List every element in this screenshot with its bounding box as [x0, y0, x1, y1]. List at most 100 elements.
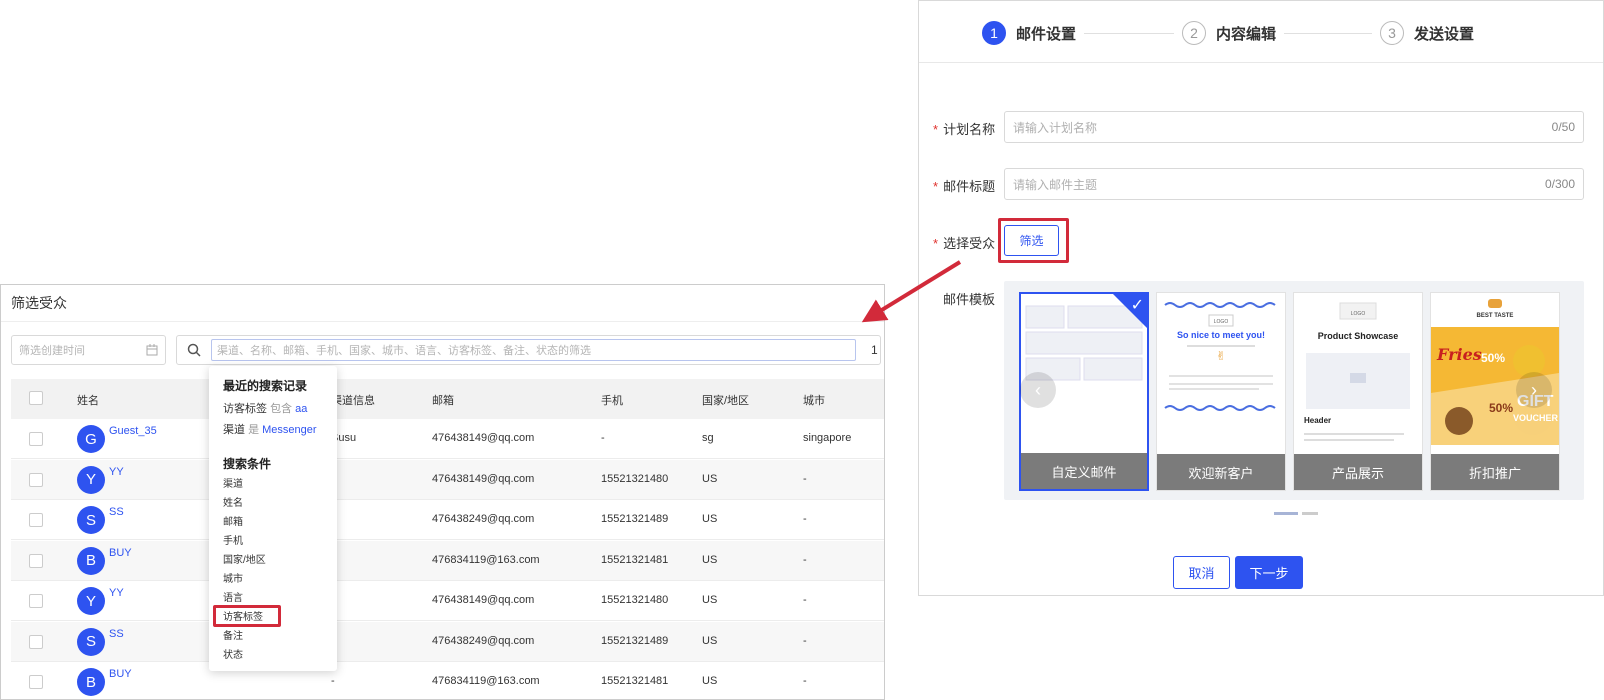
- contact-name-link[interactable]: BUY: [109, 668, 132, 680]
- step-send-settings[interactable]: 3 发送设置: [1380, 21, 1474, 45]
- table-row[interactable]: BBUY-476834119@163.com15521321481US-: [11, 540, 884, 581]
- carousel-prev-button[interactable]: ‹: [1020, 372, 1056, 408]
- contact-name-link[interactable]: SS: [109, 506, 124, 518]
- subject-row: * 邮件标题: [933, 176, 995, 195]
- table-row[interactable]: YYY-476438149@qq.com15521321480US-: [11, 581, 884, 621]
- phone-cell: 15521321489: [601, 634, 669, 647]
- carousel-dot[interactable]: [1302, 512, 1318, 515]
- phone-cell: -: [601, 432, 605, 444]
- avatar: S: [77, 506, 105, 534]
- table-row[interactable]: BBUY-476834119@163.com15521321481US-: [11, 662, 884, 699]
- row-checkbox[interactable]: [29, 432, 43, 446]
- recent-search-item[interactable]: 渠道 是 Messenger: [223, 421, 317, 437]
- chevron-right-icon: ›: [1531, 379, 1537, 400]
- table-row[interactable]: G Guest_35 Susu 476438149@qq.com - sg singapor…: [11, 419, 884, 459]
- column-header-phone: 手机: [601, 395, 623, 407]
- city-cell: -: [803, 513, 807, 525]
- avatar: Y: [77, 465, 105, 494]
- template-card-product[interactable]: LOGO Product Showcase Header 产品展示: [1293, 292, 1423, 491]
- select-all-checkbox[interactable]: [29, 391, 43, 405]
- welcome-heading: So nice to meet you!: [1176, 330, 1265, 340]
- contact-name-link[interactable]: YY: [109, 466, 124, 478]
- subject-input[interactable]: 请输入邮件主题 0/300: [1004, 168, 1584, 200]
- template-name: 折扣推广: [1431, 454, 1559, 490]
- condition-item[interactable]: 手机: [223, 532, 243, 547]
- cancel-button[interactable]: 取消: [1173, 556, 1230, 589]
- column-header-name: 姓名: [77, 395, 99, 407]
- template-card-welcome[interactable]: ✌ LOGO So nice to meet you! 欢迎新客户: [1156, 292, 1286, 491]
- product-subheading: Header: [1304, 416, 1332, 425]
- condition-item[interactable]: 国家/地区: [223, 551, 266, 566]
- email-cell: 476834119@163.com: [432, 553, 540, 566]
- email-cell: 476438149@qq.com: [432, 472, 535, 485]
- template-carousel: ✓ 自定义邮件 ✌ LOGO So nice to meet you! 欢迎新客…: [1004, 281, 1584, 500]
- recent-op: 包含: [270, 403, 293, 415]
- condition-item[interactable]: 状态: [223, 646, 243, 661]
- search-conditions-title: 搜索条件: [223, 457, 272, 471]
- contact-name-link[interactable]: Guest_35: [109, 425, 157, 437]
- row-checkbox[interactable]: [29, 513, 43, 527]
- plan-name-counter: 0/50: [1551, 120, 1575, 134]
- plan-name-input[interactable]: 请输入计划名称 0/50: [1004, 111, 1584, 143]
- table-header: 姓名 渠道信息 邮箱 手机 国家/地区 城市: [11, 379, 884, 419]
- row-checkbox[interactable]: [29, 553, 43, 568]
- step-number: 3: [1380, 21, 1404, 45]
- condition-item[interactable]: 备注: [223, 627, 243, 642]
- step-content-edit[interactable]: 2 内容编辑: [1182, 21, 1276, 45]
- row-checkbox[interactable]: [29, 675, 43, 689]
- filter-button[interactable]: 筛选: [1004, 225, 1059, 256]
- condition-item[interactable]: 邮箱: [223, 513, 243, 528]
- table-row[interactable]: SSS-476438249@qq.com15521321489US-: [11, 621, 884, 662]
- search-icon: [187, 343, 201, 357]
- condition-item[interactable]: 渠道: [223, 475, 243, 490]
- avatar: B: [77, 668, 105, 696]
- product-heading: Product Showcase: [1317, 331, 1399, 341]
- search-box: 渠道、名称、邮箱、手机、国家、城市、语言、访客标签、备注、状态的筛选 1: [176, 335, 881, 365]
- recent-value: aa: [295, 403, 308, 415]
- email-cell: 476438249@qq.com: [432, 513, 535, 525]
- template-label: 邮件模板: [942, 292, 995, 307]
- email-cell: 476438149@qq.com: [432, 594, 535, 606]
- phone-cell: 15521321489: [601, 513, 669, 525]
- carousel-dot[interactable]: [1274, 512, 1298, 515]
- subject-placeholder: 请输入邮件主题: [1013, 177, 1098, 192]
- next-button[interactable]: 下一步: [1235, 556, 1303, 589]
- row-checkbox[interactable]: [29, 634, 43, 649]
- email-cell: 476834119@163.com: [432, 675, 540, 687]
- channel-cell: -: [331, 675, 335, 687]
- contact-name-link[interactable]: SS: [109, 628, 124, 640]
- search-suggestion-dropdown: 最近的搜索记录 访客标签 包含 aa 渠道 是 Messenger 搜索条件 渠…: [209, 366, 337, 671]
- country-cell: US: [702, 553, 718, 566]
- search-input[interactable]: 渠道、名称、邮箱、手机、国家、城市、语言、访客标签、备注、状态的筛选: [211, 339, 856, 361]
- recent-search-item[interactable]: 访客标签 包含 aa: [223, 400, 307, 416]
- table-row[interactable]: YYY-476438149@qq.com15521321480US-: [11, 459, 884, 500]
- condition-item[interactable]: 语言: [223, 589, 243, 604]
- row-checkbox[interactable]: [29, 472, 43, 487]
- svg-text:✌: ✌: [1216, 349, 1226, 363]
- row-checkbox[interactable]: [29, 594, 43, 608]
- city-cell: singapore: [803, 432, 852, 444]
- column-header-channel: 渠道信息: [331, 395, 375, 407]
- template-row: 邮件模板: [933, 289, 995, 308]
- step-number: 2: [1182, 21, 1206, 45]
- discount-promo-fries: Fries: [1437, 345, 1482, 364]
- audience-row: * 选择受众: [933, 233, 995, 252]
- contact-name-link[interactable]: BUY: [109, 547, 132, 559]
- step-email-settings[interactable]: 1 邮件设置: [982, 21, 1076, 45]
- country-cell: US: [702, 472, 718, 485]
- city-cell: -: [803, 553, 807, 566]
- created-date-filter[interactable]: 筛选创建时间: [11, 335, 166, 365]
- carousel-next-button[interactable]: ›: [1516, 372, 1552, 408]
- condition-item[interactable]: 城市: [223, 570, 243, 585]
- step-label: 内容编辑: [1216, 25, 1277, 43]
- visitor-tag-highlight: [213, 605, 281, 627]
- table-row[interactable]: SSS-476438249@qq.com15521321489US-: [11, 500, 884, 540]
- phone-cell: 15521321480: [601, 594, 669, 606]
- avatar: B: [77, 546, 105, 575]
- dialog-title: 筛选受众: [11, 295, 67, 311]
- contact-name-link[interactable]: YY: [109, 587, 124, 599]
- avatar: Y: [77, 587, 105, 615]
- condition-item[interactable]: 姓名: [223, 494, 243, 509]
- plan-name-label: * 计划名称: [933, 122, 996, 137]
- phone-cell: 15521321480: [601, 472, 669, 485]
